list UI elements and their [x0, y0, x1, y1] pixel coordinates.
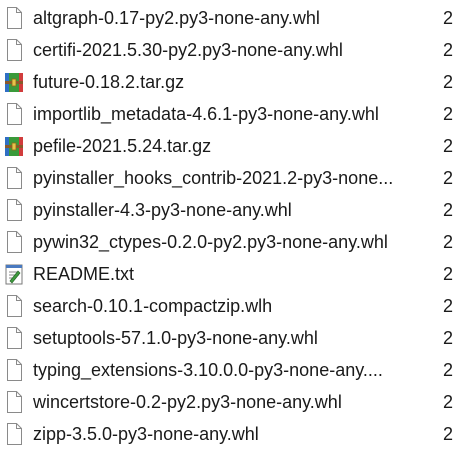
- blank-file-icon: [4, 198, 24, 222]
- archive-icon: [4, 70, 24, 94]
- file-row[interactable]: pefile-2021.5.24.tar.gz 2: [0, 130, 453, 162]
- file-name: importlib_metadata-4.6.1-py3-none-any.wh…: [33, 104, 379, 124]
- file-date: 2: [443, 136, 453, 156]
- file-row[interactable]: altgraph-0.17-py2.py3-none-any.whl 2: [0, 2, 453, 34]
- file-name: search-0.10.1-compactzip.wlh: [33, 296, 273, 316]
- file-row[interactable]: certifi-2021.5.30-py2.py3-none-any.whl 2: [0, 34, 453, 66]
- blank-file-icon: [4, 230, 24, 254]
- file-row[interactable]: pyinstaller_hooks_contrib-2021.2-py3-non…: [0, 162, 453, 194]
- file-date: 2: [443, 40, 453, 60]
- file-row[interactable]: wincertstore-0.2-py2.py3-none-any.whl 2: [0, 386, 453, 418]
- file-date: 2: [443, 168, 453, 188]
- blank-file-icon: [4, 102, 24, 126]
- blank-file-icon: [4, 422, 24, 446]
- file-date: 2: [443, 424, 453, 444]
- file-name: pefile-2021.5.24.tar.gz: [33, 136, 212, 156]
- file-row[interactable]: pywin32_ctypes-0.2.0-py2.py3-none-any.wh…: [0, 226, 453, 258]
- file-name: wincertstore-0.2-py2.py3-none-any.whl: [33, 392, 342, 412]
- file-name: pywin32_ctypes-0.2.0-py2.py3-none-any.wh…: [33, 232, 388, 252]
- file-date: 2: [443, 232, 453, 252]
- file-row[interactable]: setuptools-57.1.0-py3-none-any.whl 2: [0, 322, 453, 354]
- file-list: altgraph-0.17-py2.py3-none-any.whl 2 cer…: [0, 0, 453, 451]
- file-name: README.txt: [33, 264, 135, 284]
- file-date: 2: [443, 72, 453, 92]
- file-date: 2: [443, 8, 453, 28]
- file-name: typing_extensions-3.10.0.0-py3-none-any.…: [33, 360, 383, 380]
- archive-icon: [4, 134, 24, 158]
- file-date: 2: [443, 360, 453, 380]
- file-name: pyinstaller_hooks_contrib-2021.2-py3-non…: [33, 168, 394, 188]
- file-name: certifi-2021.5.30-py2.py3-none-any.whl: [33, 40, 343, 60]
- file-row[interactable]: pyinstaller-4.3-py3-none-any.whl 2: [0, 194, 453, 226]
- file-name: altgraph-0.17-py2.py3-none-any.whl: [33, 8, 320, 28]
- file-row[interactable]: future-0.18.2.tar.gz 2: [0, 66, 453, 98]
- file-row[interactable]: typing_extensions-3.10.0.0-py3-none-any.…: [0, 354, 453, 386]
- file-date: 2: [443, 104, 453, 124]
- blank-file-icon: [4, 38, 24, 62]
- blank-file-icon: [4, 166, 24, 190]
- blank-file-icon: [4, 6, 24, 30]
- file-name: zipp-3.5.0-py3-none-any.whl: [33, 424, 259, 444]
- file-date: 2: [443, 328, 453, 348]
- file-name: future-0.18.2.tar.gz: [33, 72, 185, 92]
- file-date: 2: [443, 264, 453, 284]
- blank-file-icon: [4, 390, 24, 414]
- blank-file-icon: [4, 326, 24, 350]
- blank-file-icon: [4, 294, 24, 318]
- file-name: setuptools-57.1.0-py3-none-any.whl: [33, 328, 318, 348]
- file-row[interactable]: search-0.10.1-compactzip.wlh 2: [0, 290, 453, 322]
- file-date: 2: [443, 392, 453, 412]
- file-row[interactable]: README.txt 2: [0, 258, 453, 290]
- file-date: 2: [443, 200, 453, 220]
- blank-file-icon: [4, 358, 24, 382]
- file-row[interactable]: importlib_metadata-4.6.1-py3-none-any.wh…: [0, 98, 453, 130]
- text-file-icon: [4, 262, 24, 286]
- file-name: pyinstaller-4.3-py3-none-any.whl: [33, 200, 292, 220]
- file-row[interactable]: zipp-3.5.0-py3-none-any.whl 2: [0, 418, 453, 450]
- file-date: 2: [443, 296, 453, 316]
